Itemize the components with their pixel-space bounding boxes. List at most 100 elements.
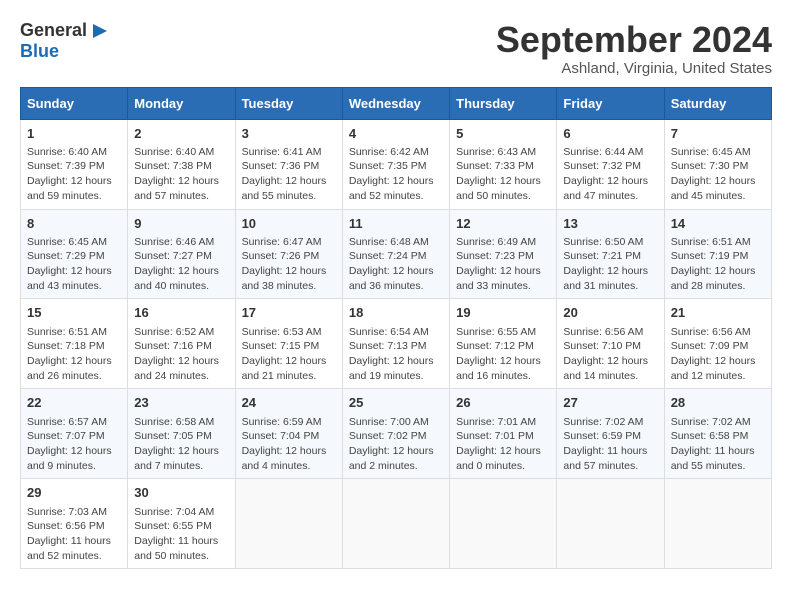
header-monday: Monday xyxy=(128,87,235,119)
cell-info: Sunrise: 6:53 AMSunset: 7:15 PMDaylight:… xyxy=(242,325,336,384)
calendar-cell: 4Sunrise: 6:42 AMSunset: 7:35 PMDaylight… xyxy=(342,119,449,209)
day-number: 20 xyxy=(563,304,657,322)
title-block: September 2024 Ashland, Virginia, United… xyxy=(496,20,772,77)
day-number: 27 xyxy=(563,394,657,412)
calendar-table: SundayMondayTuesdayWednesdayThursdayFrid… xyxy=(20,87,772,570)
day-number: 13 xyxy=(563,215,657,233)
calendar-week-2: 8 Sunrise: 6:45 AMSunset: 7:29 PMDaylight… xyxy=(21,209,772,299)
day-number: 6 xyxy=(563,125,657,143)
cell-info: Sunrise: 6:55 AMSunset: 7:12 PMDaylight:… xyxy=(456,325,550,384)
cell-info: Sunrise: 6:59 AMSunset: 7:04 PMDaylight:… xyxy=(242,415,336,474)
calendar-cell: 7Sunrise: 6:45 AMSunset: 7:30 PMDaylight… xyxy=(664,119,771,209)
calendar-cell: 15 Sunrise: 6:51 AMSunset: 7:18 PMDayligh… xyxy=(21,299,128,389)
day-number: 8 xyxy=(27,215,121,233)
header-sunday: Sunday xyxy=(21,87,128,119)
day-number: 24 xyxy=(242,394,336,412)
calendar-cell: 24 Sunrise: 6:59 AMSunset: 7:04 PMDayligh… xyxy=(235,389,342,479)
cell-info: Sunrise: 7:02 AMSunset: 6:58 PMDaylight:… xyxy=(671,415,765,474)
calendar-week-5: 29Sunrise: 7:03 AMSunset: 6:56 PMDayligh… xyxy=(21,479,772,569)
day-number: 9 xyxy=(134,215,228,233)
calendar-cell: 9 Sunrise: 6:46 AMSunset: 7:27 PMDaylight… xyxy=(128,209,235,299)
calendar-cell: 6 Sunrise: 6:44 AMSunset: 7:32 PMDaylight… xyxy=(557,119,664,209)
calendar-cell: 2 Sunrise: 6:40 AMSunset: 7:38 PMDaylight… xyxy=(128,119,235,209)
calendar-cell: 20 Sunrise: 6:56 AMSunset: 7:10 PMDayligh… xyxy=(557,299,664,389)
day-number: 14 xyxy=(671,215,765,233)
cell-info: Sunrise: 6:52 AMSunset: 7:16 PMDaylight:… xyxy=(134,325,228,384)
calendar-cell xyxy=(450,479,557,569)
day-number: 30 xyxy=(134,484,228,502)
calendar-cell: 1 Sunrise: 6:40 AMSunset: 7:39 PMDaylight… xyxy=(21,119,128,209)
cell-info: Sunrise: 6:56 AMSunset: 7:09 PMDaylight:… xyxy=(671,325,765,384)
calendar-cell: 14 Sunrise: 6:51 AMSunset: 7:19 PMDayligh… xyxy=(664,209,771,299)
page-header: General Blue September 2024 Ashland, Vir… xyxy=(20,20,772,77)
calendar-cell: 5 Sunrise: 6:43 AMSunset: 7:33 PMDaylight… xyxy=(450,119,557,209)
cell-info: Sunrise: 6:50 AMSunset: 7:21 PMDaylight:… xyxy=(563,235,657,294)
header-saturday: Saturday xyxy=(664,87,771,119)
calendar-cell: 3 Sunrise: 6:41 AMSunset: 7:36 PMDaylight… xyxy=(235,119,342,209)
cell-info: Sunrise: 6:51 AMSunset: 7:18 PMDaylight:… xyxy=(27,325,121,384)
cell-info: Sunrise: 7:00 AMSunset: 7:02 PMDaylight:… xyxy=(349,415,443,474)
logo-arrow-icon xyxy=(89,20,111,42)
day-number: 28 xyxy=(671,394,765,412)
cell-info: Sunrise: 6:44 AMSunset: 7:32 PMDaylight:… xyxy=(563,145,657,204)
cell-info: Sunrise: 6:56 AMSunset: 7:10 PMDaylight:… xyxy=(563,325,657,384)
header-thursday: Thursday xyxy=(450,87,557,119)
calendar-cell: 11 Sunrise: 6:48 AMSunset: 7:24 PMDayligh… xyxy=(342,209,449,299)
calendar-cell: 13 Sunrise: 6:50 AMSunset: 7:21 PMDayligh… xyxy=(557,209,664,299)
day-number: 19 xyxy=(456,304,550,322)
month-title: September 2024 xyxy=(496,20,772,60)
cell-info: Sunrise: 6:49 AMSunset: 7:23 PMDaylight:… xyxy=(456,235,550,294)
calendar-cell: 23 Sunrise: 6:58 AMSunset: 7:05 PMDayligh… xyxy=(128,389,235,479)
cell-info: Sunrise: 7:01 AMSunset: 7:01 PMDaylight:… xyxy=(456,415,550,474)
calendar-cell: 19 Sunrise: 6:55 AMSunset: 7:12 PMDayligh… xyxy=(450,299,557,389)
calendar-cell: 22Sunrise: 6:57 AMSunset: 7:07 PMDayligh… xyxy=(21,389,128,479)
location: Ashland, Virginia, United States xyxy=(496,60,772,77)
day-number: 2 xyxy=(134,125,228,143)
day-number: 10 xyxy=(242,215,336,233)
cell-info: Sunrise: 7:04 AMSunset: 6:55 PMDaylight:… xyxy=(134,505,228,564)
calendar-cell xyxy=(342,479,449,569)
header-tuesday: Tuesday xyxy=(235,87,342,119)
calendar-cell: 21Sunrise: 6:56 AMSunset: 7:09 PMDayligh… xyxy=(664,299,771,389)
cell-info: Sunrise: 6:57 AMSunset: 7:07 PMDaylight:… xyxy=(27,415,121,474)
cell-info: Sunrise: 6:45 AMSunset: 7:29 PMDaylight:… xyxy=(27,235,121,294)
header-friday: Friday xyxy=(557,87,664,119)
calendar-cell: 30 Sunrise: 7:04 AMSunset: 6:55 PMDayligh… xyxy=(128,479,235,569)
calendar-cell: 10 Sunrise: 6:47 AMSunset: 7:26 PMDayligh… xyxy=(235,209,342,299)
cell-info: Sunrise: 6:51 AMSunset: 7:19 PMDaylight:… xyxy=(671,235,765,294)
cell-info: Sunrise: 6:41 AMSunset: 7:36 PMDaylight:… xyxy=(242,145,336,204)
cell-info: Sunrise: 6:40 AMSunset: 7:38 PMDaylight:… xyxy=(134,145,228,204)
day-number: 5 xyxy=(456,125,550,143)
day-number: 12 xyxy=(456,215,550,233)
cell-info: Sunrise: 6:54 AMSunset: 7:13 PMDaylight:… xyxy=(349,325,443,384)
calendar-header-row: SundayMondayTuesdayWednesdayThursdayFrid… xyxy=(21,87,772,119)
calendar-cell xyxy=(235,479,342,569)
cell-info: Sunrise: 6:47 AMSunset: 7:26 PMDaylight:… xyxy=(242,235,336,294)
calendar-week-4: 22Sunrise: 6:57 AMSunset: 7:07 PMDayligh… xyxy=(21,389,772,479)
calendar-cell: 25Sunrise: 7:00 AMSunset: 7:02 PMDayligh… xyxy=(342,389,449,479)
calendar-cell: 29Sunrise: 7:03 AMSunset: 6:56 PMDayligh… xyxy=(21,479,128,569)
cell-info: Sunrise: 6:58 AMSunset: 7:05 PMDaylight:… xyxy=(134,415,228,474)
calendar-cell: 27 Sunrise: 7:02 AMSunset: 6:59 PMDayligh… xyxy=(557,389,664,479)
day-number: 3 xyxy=(242,125,336,143)
day-number: 15 xyxy=(27,304,121,322)
cell-info: Sunrise: 7:02 AMSunset: 6:59 PMDaylight:… xyxy=(563,415,657,474)
calendar-week-3: 15 Sunrise: 6:51 AMSunset: 7:18 PMDayligh… xyxy=(21,299,772,389)
day-number: 17 xyxy=(242,304,336,322)
logo-text-general: General xyxy=(20,21,87,41)
calendar-cell: 28 Sunrise: 7:02 AMSunset: 6:58 PMDayligh… xyxy=(664,389,771,479)
calendar-cell xyxy=(557,479,664,569)
calendar-cell: 8 Sunrise: 6:45 AMSunset: 7:29 PMDaylight… xyxy=(21,209,128,299)
calendar-cell: 26Sunrise: 7:01 AMSunset: 7:01 PMDayligh… xyxy=(450,389,557,479)
day-number: 11 xyxy=(349,215,443,233)
calendar-week-1: 1 Sunrise: 6:40 AMSunset: 7:39 PMDaylight… xyxy=(21,119,772,209)
day-number: 29 xyxy=(27,484,121,502)
cell-info: Sunrise: 6:46 AMSunset: 7:27 PMDaylight:… xyxy=(134,235,228,294)
cell-info: Sunrise: 6:40 AMSunset: 7:39 PMDaylight:… xyxy=(27,145,121,204)
cell-info: Sunrise: 6:48 AMSunset: 7:24 PMDaylight:… xyxy=(349,235,443,294)
calendar-cell: 12 Sunrise: 6:49 AMSunset: 7:23 PMDayligh… xyxy=(450,209,557,299)
day-number: 23 xyxy=(134,394,228,412)
cell-info: Sunrise: 6:43 AMSunset: 7:33 PMDaylight:… xyxy=(456,145,550,204)
day-number: 1 xyxy=(27,125,121,143)
header-wednesday: Wednesday xyxy=(342,87,449,119)
